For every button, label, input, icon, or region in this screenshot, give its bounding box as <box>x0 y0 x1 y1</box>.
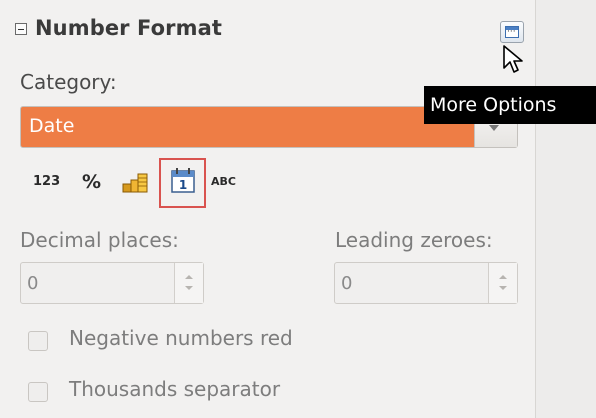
number-format-panel: Number Format Category: Date 123 % 1 <box>0 0 535 418</box>
section-title: Number Format <box>35 16 223 40</box>
leading-zeroes-stepper[interactable]: 0 <box>334 262 518 304</box>
sidebar-tab-strip <box>535 0 596 418</box>
more-options-button[interactable] <box>500 21 524 43</box>
negative-red-label: Negative numbers red <box>69 326 293 350</box>
negative-red-checkbox[interactable] <box>28 331 48 351</box>
currency-format-icon[interactable] <box>121 168 149 193</box>
thousands-separator-checkbox[interactable] <box>28 382 48 402</box>
decimal-places-stepper[interactable]: 0 <box>20 262 204 304</box>
date-icon-digit: 1 <box>179 178 187 192</box>
dialog-window-icon <box>505 26 519 38</box>
thousands-separator-label: Thousands separator <box>69 377 281 401</box>
tooltip: More Options <box>424 86 596 124</box>
stepper-buttons[interactable] <box>174 263 203 303</box>
category-label: Category: <box>20 70 117 94</box>
percent-format-icon[interactable]: % <box>82 170 101 194</box>
decimal-places-label: Decimal places: <box>20 228 179 252</box>
increment-icon[interactable] <box>185 275 193 279</box>
date-format-icon[interactable]: 1 <box>169 166 197 193</box>
number-format-icon[interactable]: 123 <box>33 170 60 194</box>
collapse-toggle-icon[interactable] <box>15 23 27 35</box>
category-value: Date <box>29 115 75 137</box>
text-format-icon[interactable]: ABC <box>211 170 236 194</box>
stepper-buttons[interactable] <box>488 263 517 303</box>
decrement-icon[interactable] <box>499 286 507 290</box>
leading-zeroes-label: Leading zeroes: <box>335 228 493 252</box>
increment-icon[interactable] <box>499 275 507 279</box>
category-label-text: Category: <box>20 70 117 94</box>
mouse-cursor-icon <box>503 45 523 73</box>
leading-zeroes-value: 0 <box>341 273 353 294</box>
decimal-places-value: 0 <box>27 273 39 294</box>
decrement-icon[interactable] <box>185 286 193 290</box>
